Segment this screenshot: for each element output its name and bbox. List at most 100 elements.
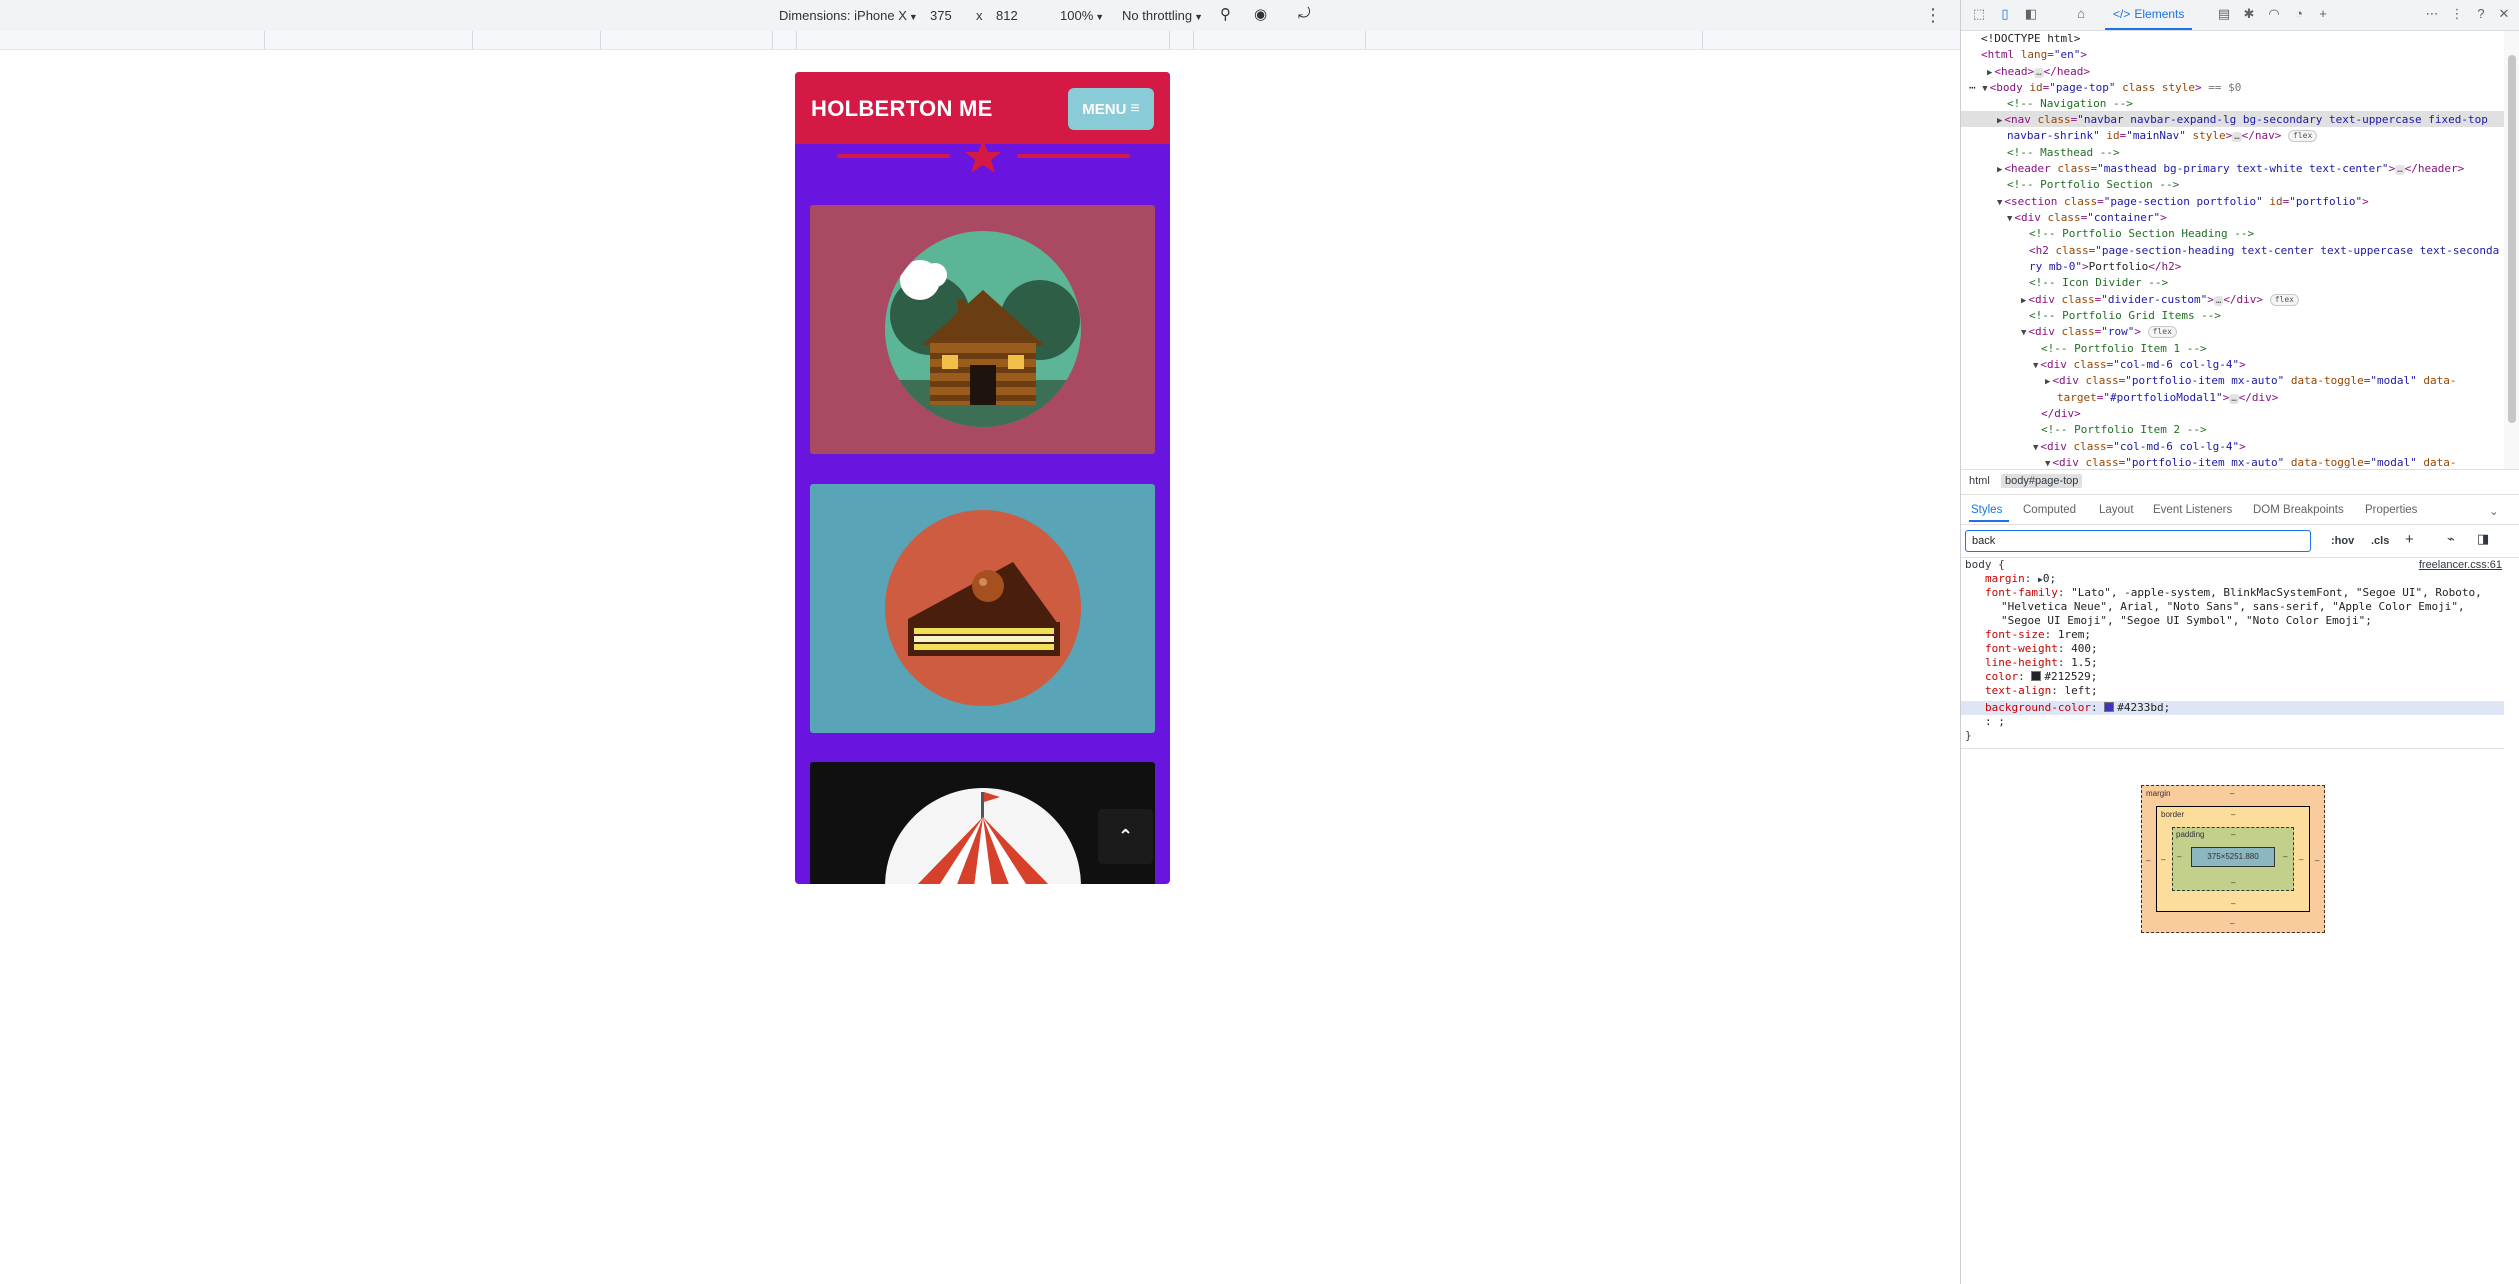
scrollbar-thumb[interactable] [2508, 55, 2516, 423]
media-query-segment[interactable] [600, 31, 773, 49]
zoom-select[interactable]: 100% ▼ [1060, 8, 1104, 23]
expand-triangle-icon[interactable]: ▶ [2045, 377, 2050, 387]
dom-line[interactable]: ▶ <div class="portfolio-item mx-auto" dat… [2045, 373, 2456, 390]
hover-state-button[interactable]: :hov [2331, 535, 2354, 547]
rotate-icon[interactable]: ⤾ [1298, 5, 1311, 22]
expand-triangle-icon[interactable]: ▶ [1997, 116, 2002, 126]
dom-line[interactable]: ▶ <head>… </head> [1987, 64, 2090, 81]
dom-line[interactable]: ▼ <div class="portfolio-item mx-auto" dat… [2045, 455, 2456, 469]
width-input[interactable]: 375 [930, 8, 952, 23]
box-model-margin-right[interactable]: – [2315, 856, 2319, 865]
tab-computed[interactable]: Computed [2023, 504, 2076, 516]
dom-line[interactable]: ▼ <div class="col-md-6 col-lg-4"> [2033, 439, 2246, 456]
sidebar-toggle-icon[interactable]: ◨ [2477, 531, 2489, 547]
css-declaration[interactable]: line-height: 1.5; [1985, 656, 2098, 670]
media-query-segment[interactable] [264, 31, 473, 49]
box-model-border-left[interactable]: – [2161, 855, 2165, 864]
color-swatch[interactable] [2031, 671, 2042, 681]
dom-line[interactable]: ▼ <div class="row"> flex [2021, 324, 2177, 341]
bug-icon[interactable]: ✱ [2241, 6, 2257, 22]
dom-line[interactable]: <!-- Navigation --> [2007, 96, 2133, 112]
dom-line[interactable]: <!-- Portfolio Section Heading --> [2029, 226, 2254, 242]
dom-line[interactable]: </div> [2041, 406, 2081, 422]
height-input[interactable]: 812 [996, 8, 1018, 23]
css-declaration[interactable]: margin: ▶0; [1985, 572, 2056, 587]
box-model-padding-top[interactable]: – [2231, 830, 2235, 839]
collapse-triangle-icon[interactable]: ▼ [2021, 328, 2026, 338]
dom-line-selected[interactable]: ⋯ ▼ <body id="page-top" class style> == $… [1969, 80, 2241, 97]
dom-line[interactable]: ▶ <nav class="navbar navbar-expand-lg bg-… [1997, 112, 2488, 129]
box-model-margin-bottom[interactable]: – [2230, 919, 2234, 928]
box-model-border-bottom[interactable]: – [2231, 899, 2235, 908]
ellipsis-badge[interactable]: … [2232, 132, 2242, 142]
dom-line[interactable]: navbar-shrink" id="mainNav" style>… </nav… [2007, 128, 2318, 144]
sensor-icon[interactable]: ⚲ [1220, 5, 1231, 23]
inspect-element-icon[interactable]: ⬚ [1971, 6, 1987, 22]
box-model-padding-right[interactable]: – [2283, 852, 2287, 861]
media-query-segment[interactable] [1702, 31, 1704, 49]
breadcrumb-html[interactable]: html [1965, 474, 1994, 488]
chevron-down-icon[interactable]: ⌄ [2489, 504, 2499, 518]
media-query-segment[interactable] [1365, 31, 1703, 49]
media-query-segment[interactable] [1169, 31, 1194, 49]
box-model-border-right[interactable]: – [2299, 855, 2303, 864]
css-declaration[interactable]: font-weight: 400; [1985, 642, 2098, 656]
throttling-select[interactable]: No throttling ▼ [1122, 8, 1203, 23]
dom-line[interactable]: <html lang="en"> [1981, 47, 2087, 63]
dom-line[interactable]: <!-- Portfolio Grid Items --> [2029, 308, 2221, 324]
ellipsis-badge[interactable]: … [2213, 296, 2224, 306]
dom-line[interactable]: <h2 class="page-section-heading text-cen… [2029, 243, 2499, 259]
help-icon[interactable]: ? [2473, 6, 2489, 22]
customize-icon[interactable]: ⋮ [2449, 6, 2465, 22]
expand-triangle-icon[interactable]: ▶ [1997, 165, 2002, 175]
dom-line[interactable]: <!-- Portfolio Item 1 --> [2041, 341, 2207, 357]
box-model-margin-left[interactable]: – [2146, 856, 2150, 865]
class-toggle-button[interactable]: .cls [2371, 535, 2389, 547]
dom-line[interactable]: target="#portfolioModal1">… </div> [2057, 390, 2278, 406]
new-style-rule-button[interactable]: + [2405, 531, 2414, 548]
more-options-icon[interactable]: ⋮ [1924, 5, 1942, 26]
dom-tree-scrollbar[interactable] [2504, 31, 2519, 469]
collapse-triangle-icon[interactable]: ▼ [2033, 361, 2038, 371]
collapse-triangle-icon[interactable]: ▼ [1997, 198, 2002, 208]
tab-dom-breakpoints[interactable]: DOM Breakpoints [2253, 504, 2344, 516]
styles-filter-input[interactable] [1965, 530, 2311, 552]
collapse-triangle-icon[interactable]: ▼ [2033, 443, 2038, 453]
device-dimensions-select[interactable]: Dimensions: iPhone X ▼ [779, 8, 918, 23]
scroll-to-top-button[interactable]: ⌃ [1098, 809, 1153, 864]
dom-line[interactable]: <!-- Masthead --> [2007, 145, 2120, 161]
tab-event-listeners[interactable]: Event Listeners [2153, 504, 2232, 516]
css-new-declaration[interactable]: : ; [1985, 715, 2005, 729]
box-model-margin-top[interactable]: – [2230, 789, 2234, 798]
dom-line[interactable]: ▼ <div class="col-md-6 col-lg-4"> [2033, 357, 2246, 374]
add-tab-icon[interactable]: + [2315, 6, 2331, 22]
close-devtools-icon[interactable]: ✕ [2496, 6, 2512, 22]
ellipsis-badge[interactable]: … [2034, 68, 2044, 78]
box-model-border-top[interactable]: – [2231, 810, 2235, 819]
tab-layout[interactable]: Layout [2099, 504, 2134, 516]
navbar-brand[interactable]: HOLBERTON ME [811, 96, 993, 122]
css-declaration[interactable]: color: #212529; [1985, 670, 2097, 684]
flex-badge[interactable]: flex [2288, 130, 2318, 142]
collapse-triangle-icon[interactable]: ▼ [2045, 459, 2050, 469]
breadcrumb-body[interactable]: body#page-top [2001, 474, 2083, 488]
home-icon[interactable]: ⌂ [2073, 6, 2089, 22]
network-wifi-icon[interactable]: ◠ [2266, 6, 2282, 22]
dom-line[interactable]: <!DOCTYPE html> [1981, 31, 2080, 47]
dom-line[interactable]: ▶ <header class="masthead bg-primary text… [1997, 161, 2464, 178]
expand-triangle-icon[interactable]: ▶ [2021, 296, 2026, 306]
dom-line[interactable]: ▼ <section class="page-section portfolio"… [1997, 194, 2369, 211]
css-declaration[interactable]: font-size: 1rem; [1985, 628, 2091, 642]
flex-badge[interactable]: flex [2147, 326, 2177, 338]
dom-line[interactable]: ▶ <div class="divider-custom">… </div> fle… [2021, 292, 2299, 309]
box-model-content[interactable]: 375×5251.880 [2191, 847, 2275, 867]
dom-line[interactable]: <!-- Icon Divider --> [2029, 275, 2168, 291]
console-icon[interactable]: ▤ [2216, 6, 2232, 22]
ellipsis-badge[interactable]: … [2395, 165, 2405, 175]
ellipsis-menu-icon[interactable]: ⋯ [1969, 81, 1976, 94]
stylesheet-link[interactable]: freelancer.css:61 [2419, 558, 2502, 573]
media-query-segment[interactable] [472, 31, 601, 49]
box-model-padding-bottom[interactable]: – [2231, 878, 2235, 887]
media-query-segment[interactable] [796, 31, 1170, 49]
collapse-triangle-icon[interactable]: ▼ [1982, 84, 1987, 94]
